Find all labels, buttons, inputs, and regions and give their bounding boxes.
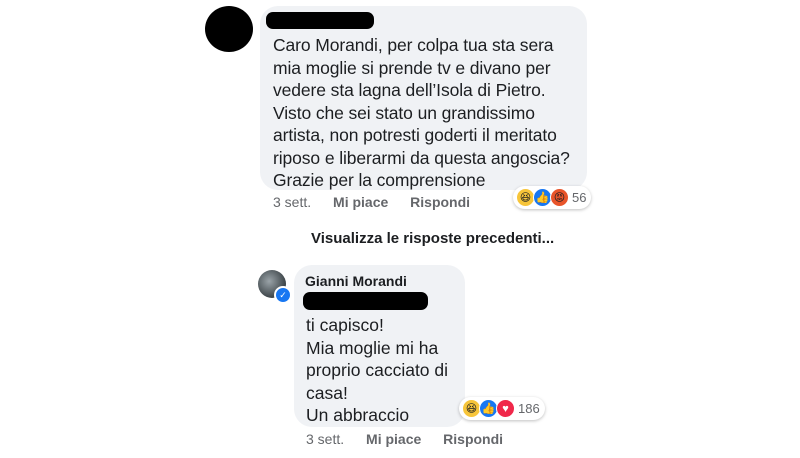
- reply-line: Un abbraccio: [306, 405, 410, 425]
- reply-button[interactable]: Rispondi: [410, 194, 470, 210]
- reply-text: ti capisco! Mia moglie mi ha proprio cac…: [306, 314, 448, 427]
- reply-line: Mia moglie mi ha: [306, 337, 439, 358]
- reply-author-name[interactable]: Gianni Morandi: [305, 273, 407, 289]
- reaction-count: 186: [518, 401, 540, 416]
- comment-line: Caro Morandi, per colpa tua sta sera: [273, 35, 554, 55]
- love-icon: ♥: [496, 399, 515, 418]
- reaction-count: 56: [572, 190, 587, 205]
- reply-actions: 3 sett. Mi piace Rispondi: [306, 431, 503, 447]
- comment-actions: 3 sett. Mi piace Rispondi: [273, 194, 470, 210]
- comment-line: Visto che sei stato un grandissimo: [273, 102, 535, 123]
- redacted-author-name: [266, 12, 374, 29]
- comment-line: artista, non potresti goderti il meritat…: [273, 125, 557, 145]
- view-previous-replies-link[interactable]: Visualizza le risposte precedenti...: [311, 230, 554, 247]
- reply-reaction-summary[interactable]: 😆 👍 ♥ 186: [459, 397, 545, 420]
- reply-time[interactable]: 3 sett.: [306, 431, 344, 447]
- angry-icon: 😡: [550, 188, 569, 207]
- reaction-summary[interactable]: 😆 👍 😡 56: [513, 186, 592, 209]
- comment-line: vedere sta lagna dell’Isola di Pietro.: [273, 80, 546, 100]
- reply-line: proprio cacciato di: [306, 360, 449, 380]
- reply-button[interactable]: Rispondi: [443, 431, 503, 447]
- verified-badge-icon: ✓: [274, 286, 292, 304]
- reply-line: ti capisco!: [306, 315, 384, 335]
- like-button[interactable]: Mi piace: [366, 431, 421, 447]
- comment-text: Caro Morandi, per colpa tua sta sera mia…: [273, 34, 585, 192]
- reply-line: casa!: [306, 382, 348, 403]
- comment-line: mia moglie si prende tv e divano per: [273, 57, 551, 78]
- like-button[interactable]: Mi piace: [333, 194, 388, 210]
- comment-time[interactable]: 3 sett.: [273, 194, 311, 210]
- redacted-mention: [303, 292, 428, 310]
- comment-line: riposo e liberarmi da questa angoscia?: [273, 147, 570, 168]
- commenter-avatar[interactable]: [205, 6, 253, 52]
